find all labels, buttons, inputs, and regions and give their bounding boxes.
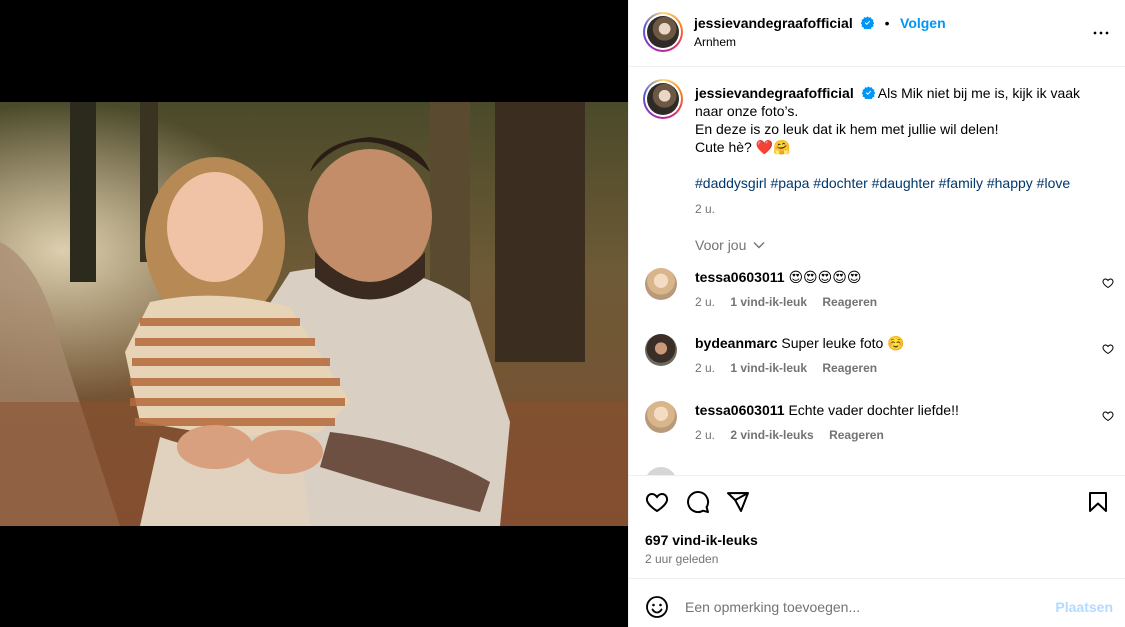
header-separator: • [884, 15, 890, 31]
caption-time: 2 u. [695, 202, 716, 216]
heart-icon[interactable] [1102, 277, 1114, 289]
comment-text: Echte vader dochter liefde!! [788, 402, 959, 418]
comment-text: 😍😍😍😍😍 [788, 269, 862, 285]
comment-text: Super leuke foto ☺️ [781, 335, 905, 351]
post-timestamp: 2 uur geleden [645, 552, 719, 566]
commenter-avatar[interactable] [645, 401, 677, 433]
comment-time: 2 u. [695, 428, 716, 442]
reply-button[interactable]: Reageren [822, 295, 877, 309]
header-username[interactable]: jessievandegraafofficial [694, 15, 853, 31]
share-icon[interactable] [726, 490, 750, 514]
caption-author-avatar[interactable] [643, 79, 683, 119]
comment-like-count[interactable]: 1 vind-ik-leuk [730, 295, 807, 309]
caption-hashtags[interactable]: #daddysgirl #papa #dochter #daughter #fa… [695, 174, 1105, 192]
add-comment-bar: Plaatsen [629, 578, 1125, 627]
photo-illustration [0, 102, 628, 526]
verified-badge-icon [861, 86, 875, 99]
comment-meta: 2 u. 2 vind-ik-leuks Reageren [695, 428, 896, 442]
verified-badge-icon [861, 16, 875, 29]
header-author-row: jessievandegraafofficial • Volgen [694, 15, 946, 33]
caption-line-2: En deze is zo leuk dat ik hem met jullie… [695, 121, 999, 137]
heart-icon[interactable] [1102, 343, 1114, 355]
heart-icon[interactable] [1102, 410, 1114, 422]
comment-time: 2 u. [695, 361, 716, 375]
post-header: jessievandegraafofficial • Volgen Arnhem [629, 0, 1125, 67]
caption-username[interactable]: jessievandegraafofficial [695, 85, 854, 101]
comment-username[interactable]: bydeanmarc [695, 335, 777, 351]
comment-like-count[interactable]: 2 vind-ik-leuks [730, 428, 813, 442]
post-photo[interactable] [0, 102, 628, 526]
chevron-down-icon [753, 242, 765, 249]
comment-meta: 2 u. 1 vind-ik-leuk Reageren [695, 361, 889, 375]
like-count[interactable]: 697 vind-ik-leuks [645, 532, 758, 548]
comment-item: tessa0603011 😍😍😍😍😍 2 u. 1 vind-ik-leuk R… [629, 265, 1125, 325]
reply-button[interactable]: Reageren [829, 428, 884, 442]
follow-button[interactable]: Volgen [900, 15, 946, 31]
comment-username[interactable]: tessa0603011 [695, 402, 785, 418]
instagram-post-modal: jessievandegraafofficial • Volgen Arnhem… [0, 0, 1125, 627]
post-comment-button[interactable]: Plaatsen [1055, 599, 1113, 615]
commenter-avatar[interactable] [645, 268, 677, 300]
bookmark-icon[interactable] [1086, 490, 1110, 514]
comment-username[interactable]: tessa0603011 [695, 269, 785, 285]
post-media-pane [0, 0, 628, 627]
more-options-icon[interactable] [1092, 24, 1110, 42]
reply-button[interactable]: Reageren [822, 361, 877, 375]
post-caption: jessievandegraafofficial Als Mik niet bi… [695, 84, 1105, 218]
caption-line-3: Cute hè? ❤️🤗 [695, 139, 791, 155]
comment-meta: 2 u. 1 vind-ik-leuk Reageren [695, 295, 889, 309]
comment-icon[interactable] [686, 490, 710, 514]
comments-scroll-area[interactable]: jessievandegraafofficial Als Mik niet bi… [629, 67, 1125, 475]
comment-sort-dropdown[interactable]: Voor jou [695, 237, 765, 253]
heart-icon[interactable] [645, 490, 669, 514]
post-location[interactable]: Arnhem [694, 35, 736, 49]
post-details-panel: jessievandegraafofficial • Volgen Arnhem… [628, 0, 1125, 627]
comment-input[interactable] [685, 593, 1045, 621]
commenter-avatar[interactable] [645, 467, 677, 475]
emoji-icon[interactable] [645, 595, 669, 619]
comment-sort-label: Voor jou [695, 237, 747, 253]
commenter-avatar[interactable] [645, 334, 677, 366]
post-actions-bar: 697 vind-ik-leuks 2 uur geleden [629, 475, 1125, 578]
comment-time: 2 u. [695, 295, 716, 309]
comment-like-count[interactable]: 1 vind-ik-leuk [730, 361, 807, 375]
comment-item: bydeanmarc Super leuke foto ☺️ 2 u. 1 vi… [629, 331, 1125, 391]
comment-item: tessa0603011 Echte vader dochter liefde!… [629, 398, 1125, 458]
author-avatar[interactable] [643, 12, 683, 52]
